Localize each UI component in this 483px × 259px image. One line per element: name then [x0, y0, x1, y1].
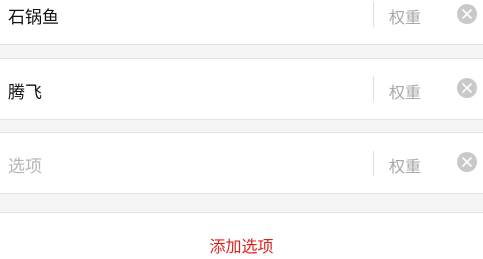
divider: [373, 2, 374, 27]
close-circle-icon: [462, 157, 472, 167]
option-input[interactable]: 腾飞: [8, 78, 42, 103]
add-option-button[interactable]: 添加选项: [0, 233, 483, 257]
option-row: 腾飞 权重: [0, 58, 483, 120]
weight-input[interactable]: 权重: [389, 153, 421, 177]
divider: [373, 151, 374, 176]
add-option-section: 添加选项: [0, 212, 483, 259]
option-row: 石锅鱼 权重: [0, 0, 483, 45]
close-circle-icon: [462, 83, 472, 93]
clear-option-button[interactable]: [457, 4, 477, 24]
clear-option-button[interactable]: [457, 152, 477, 172]
weight-input[interactable]: 权重: [389, 4, 421, 28]
clear-option-button[interactable]: [457, 78, 477, 98]
divider: [373, 76, 374, 101]
option-input-placeholder[interactable]: 选项: [8, 152, 42, 177]
weight-input[interactable]: 权重: [389, 79, 421, 103]
option-row: 选项 权重: [0, 132, 483, 194]
option-input[interactable]: 石锅鱼: [8, 3, 59, 28]
close-circle-icon: [462, 9, 472, 19]
